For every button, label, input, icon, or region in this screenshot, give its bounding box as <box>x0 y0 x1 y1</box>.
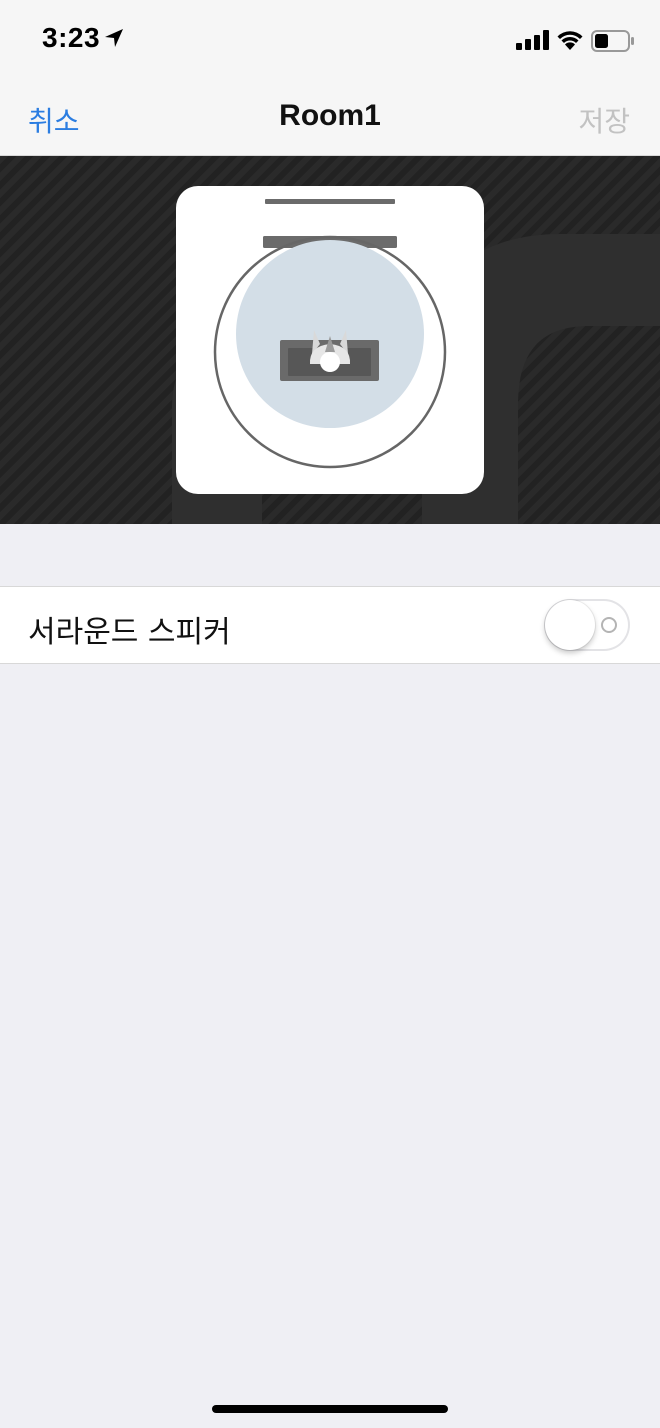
surround-speaker-label: 서라운드 스피커 <box>28 615 231 650</box>
room-layout-card <box>176 186 484 494</box>
room-hero-banner <box>0 156 660 524</box>
room-layout-illustration <box>213 199 447 469</box>
home-indicator[interactable] <box>212 1405 448 1413</box>
status-time: 3:23 <box>42 22 101 53</box>
battery-icon <box>591 30 634 52</box>
surround-speaker-row: 서라운드 스피커 <box>0 586 660 664</box>
wifi-icon <box>557 31 583 50</box>
top-speaker-bar <box>265 199 395 204</box>
toggle-knob <box>545 600 595 650</box>
location-arrow-icon <box>105 29 123 47</box>
toggle-off-indicator-icon <box>601 617 617 633</box>
surround-speaker-toggle[interactable] <box>544 599 630 651</box>
cellular-signal-icon <box>516 30 549 50</box>
save-button[interactable]: 저장 <box>578 100 630 140</box>
page-title: Room1 <box>279 99 381 132</box>
navigation-bar: 취소 Room1 저장 <box>0 80 660 156</box>
listening-zone <box>236 240 424 428</box>
status-bar: 3:23 <box>0 0 660 80</box>
